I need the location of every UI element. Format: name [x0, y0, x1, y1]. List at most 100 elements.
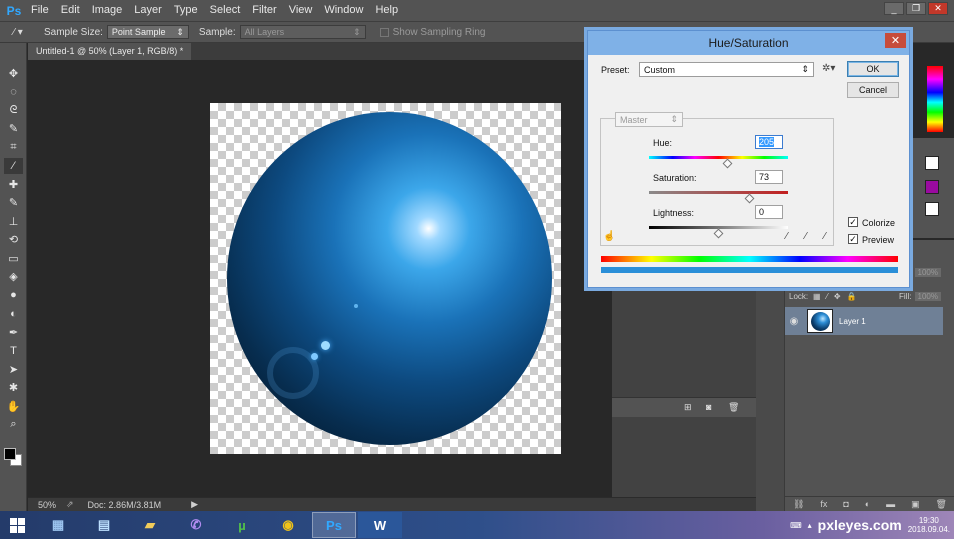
calculator-icon[interactable]: ▦ [36, 512, 80, 538]
dialog-close-button[interactable]: ✕ [885, 33, 906, 48]
arrow-up-icon[interactable]: ▴ [808, 521, 812, 530]
lock-icons[interactable]: ▦⁄✥🔒 [813, 292, 863, 301]
viber-icon[interactable]: ✆ [174, 512, 218, 538]
mask-icon[interactable]: ◘ [843, 499, 848, 509]
eyedropper-minus-icon[interactable]: ⁄ [824, 231, 826, 242]
photoshop-icon[interactable]: Ps [312, 512, 356, 538]
menu-file[interactable]: File [25, 0, 55, 21]
chrome-icon[interactable]: ◉ [266, 512, 310, 538]
opacity-value[interactable]: 100% [914, 268, 941, 277]
saturation-slider-track[interactable] [649, 191, 788, 194]
shape-icon[interactable]: ✱ [4, 380, 23, 396]
utorrent-icon[interactable]: µ [220, 512, 264, 538]
keyboard-icon[interactable]: ⌨ [790, 521, 802, 530]
status-menu-arrow-icon[interactable]: ▶ [191, 499, 198, 510]
history-brush-icon[interactable]: ⟲ [4, 232, 23, 248]
menu-filter[interactable]: Filter [246, 0, 282, 21]
menu-type[interactable]: Type [168, 0, 204, 21]
link-icon[interactable]: ⛓ [793, 499, 804, 510]
menu-image[interactable]: Image [86, 0, 129, 21]
lightness-input[interactable]: 0 [755, 205, 783, 219]
colorize-checkbox[interactable]: ✓ [848, 217, 858, 227]
brush-icon[interactable]: ✎ [4, 195, 23, 211]
blur-icon[interactable]: ● [4, 287, 23, 303]
saturation-input[interactable]: 73 [755, 170, 783, 184]
preset-select[interactable]: Custom ⇕ [639, 62, 814, 77]
camera-icon[interactable]: ◙ [706, 402, 711, 412]
channel-select[interactable]: Master ⇕ [615, 112, 683, 127]
menu-window[interactable]: Window [318, 0, 369, 21]
menu-edit[interactable]: Edit [55, 0, 86, 21]
eyedropper-preset-icon[interactable]: ⁄ ▾ [0, 27, 36, 38]
dodge-icon[interactable]: ◐ [4, 306, 23, 322]
eraser-icon[interactable]: ▭ [4, 250, 23, 266]
marquee-icon[interactable]: ◌ [4, 84, 23, 100]
targeted-adjustment-hand-icon[interactable]: ☝ [603, 231, 615, 242]
export-icon[interactable]: ⇗ [66, 499, 74, 510]
output-color-spectrum [601, 267, 898, 273]
explorer-icon[interactable]: ▤ [82, 512, 126, 538]
sample-size-select[interactable]: Point Sample ⇕ [106, 25, 189, 39]
layer-name[interactable]: Layer 1 [839, 317, 866, 326]
eyedropper-icon[interactable]: ⁄ [786, 231, 788, 242]
start-button[interactable] [0, 511, 34, 539]
close-button[interactable]: ✕ [928, 2, 948, 15]
blue-sphere-artwork [227, 112, 552, 445]
bucket-icon[interactable]: ◈ [4, 269, 23, 285]
canvas[interactable] [210, 103, 561, 454]
menu-view[interactable]: View [283, 0, 319, 21]
eyedropper-plus-icon[interactable]: ⁄ [805, 231, 807, 242]
zoom-level[interactable]: 50% [38, 500, 62, 510]
select-arrows-icon: ⇕ [801, 64, 809, 74]
adjustments-panel-footer: ⊞ ◙ 🗑 [612, 397, 756, 417]
show-ring-checkbox[interactable] [379, 27, 389, 37]
saturation-slider-thumb[interactable] [745, 193, 755, 204]
group-icon[interactable]: ▬ [886, 499, 895, 509]
adjustment-icon[interactable]: ◐ [865, 499, 870, 509]
visibility-eye-icon[interactable]: ◉ [785, 316, 803, 327]
quick-select-icon[interactable]: ✎ [4, 121, 23, 137]
dialog-title[interactable]: Hue/Saturation [588, 31, 909, 55]
minimize-button[interactable]: _ [884, 2, 904, 15]
move-icon[interactable]: ✥ [4, 65, 23, 81]
color-spectrum-slider[interactable] [927, 66, 943, 132]
cancel-button[interactable]: Cancel [847, 82, 899, 98]
zoom-icon[interactable]: ⌕ [4, 417, 23, 433]
hue-slider-track[interactable] [649, 156, 788, 159]
gear-icon[interactable]: ✲▾ [822, 63, 835, 74]
fill-value[interactable]: 100% [914, 292, 941, 301]
clock[interactable]: 19:30 2018.09.04. [908, 516, 950, 534]
style-swatch[interactable] [925, 202, 939, 216]
lightness-slider-thumb[interactable] [713, 228, 723, 239]
hand-icon[interactable]: ✋ [4, 398, 23, 414]
stamp-icon[interactable]: ⊥ [4, 213, 23, 229]
type-icon[interactable]: T [4, 343, 23, 359]
menu-help[interactable]: Help [369, 0, 404, 21]
sample-select[interactable]: All Layers ⇕ [239, 25, 366, 39]
document-tab[interactable]: Untitled-1 @ 50% (Layer 1, RGB/8) * [28, 43, 192, 60]
folder-icon[interactable]: ▰ [128, 512, 172, 538]
restore-button[interactable]: ❐ [906, 2, 926, 15]
foreground-color-swatch[interactable] [4, 448, 16, 460]
preview-checkbox[interactable]: ✓ [848, 234, 858, 244]
new-layer-icon[interactable]: ▣ [911, 499, 920, 510]
style-swatch[interactable] [925, 180, 939, 194]
hue-input[interactable]: 205 [755, 135, 783, 149]
healing-icon[interactable]: ✚ [4, 176, 23, 192]
pen-icon[interactable]: ✒ [4, 324, 23, 340]
new-adjustment-icon[interactable]: ⊞ [684, 402, 692, 413]
crop-icon[interactable]: ⌗ [4, 139, 23, 155]
fx-icon[interactable]: fx [820, 499, 827, 509]
menu-layer[interactable]: Layer [128, 0, 168, 21]
trash-icon[interactable]: 🗑 [936, 499, 947, 510]
lasso-icon[interactable]: ᘓ [4, 102, 23, 118]
word-icon[interactable]: W [358, 512, 402, 538]
ok-button[interactable]: OK [847, 61, 899, 77]
eyedropper-icon[interactable]: ⁄ [4, 157, 23, 174]
hue-slider-thumb[interactable] [722, 158, 733, 169]
layer-row-selected[interactable]: ◉ Layer 1 [785, 307, 943, 335]
style-swatch[interactable] [925, 156, 939, 170]
trash-icon[interactable]: 🗑 [728, 402, 739, 413]
menu-select[interactable]: Select [204, 0, 247, 21]
path-select-icon[interactable]: ➤ [4, 361, 23, 377]
